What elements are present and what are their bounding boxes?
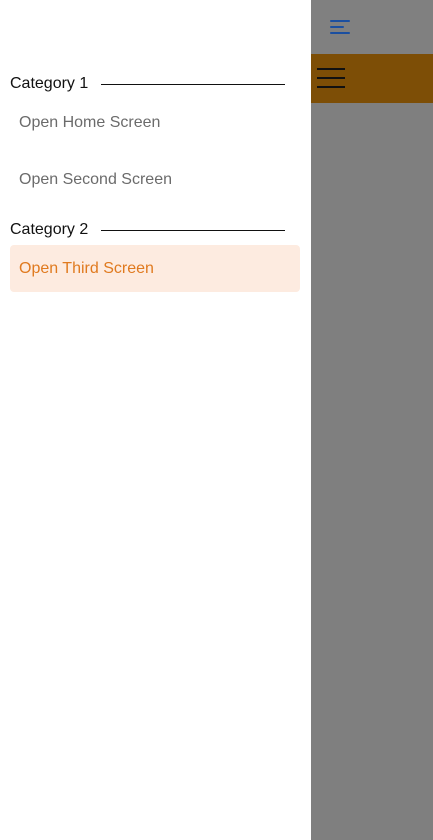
- drawer-item-label: Open Third Screen: [19, 259, 154, 277]
- category-divider: [101, 229, 285, 231]
- category-1-header: Category 1: [10, 74, 285, 94]
- category-2-label: Category 2: [10, 221, 89, 238]
- drawer-item-label: Open Second Screen: [19, 170, 172, 188]
- category-divider: [101, 83, 285, 85]
- category-1-label: Category 1: [10, 75, 89, 92]
- category-2-header: Category 2: [10, 220, 285, 240]
- app-screen: Category 1 Open Home Screen Open Second …: [0, 0, 433, 840]
- toolbar-menu-icon[interactable]: [317, 68, 345, 90]
- hamburger-menu-icon[interactable]: [330, 20, 350, 36]
- drawer-item-label: Open Home Screen: [19, 113, 161, 131]
- drawer-item-third-screen[interactable]: Open Third Screen: [10, 245, 300, 292]
- navigation-drawer: Category 1 Open Home Screen Open Second …: [0, 0, 311, 840]
- drawer-item-second-screen[interactable]: Open Second Screen: [10, 156, 300, 203]
- drawer-item-home-screen[interactable]: Open Home Screen: [10, 99, 300, 146]
